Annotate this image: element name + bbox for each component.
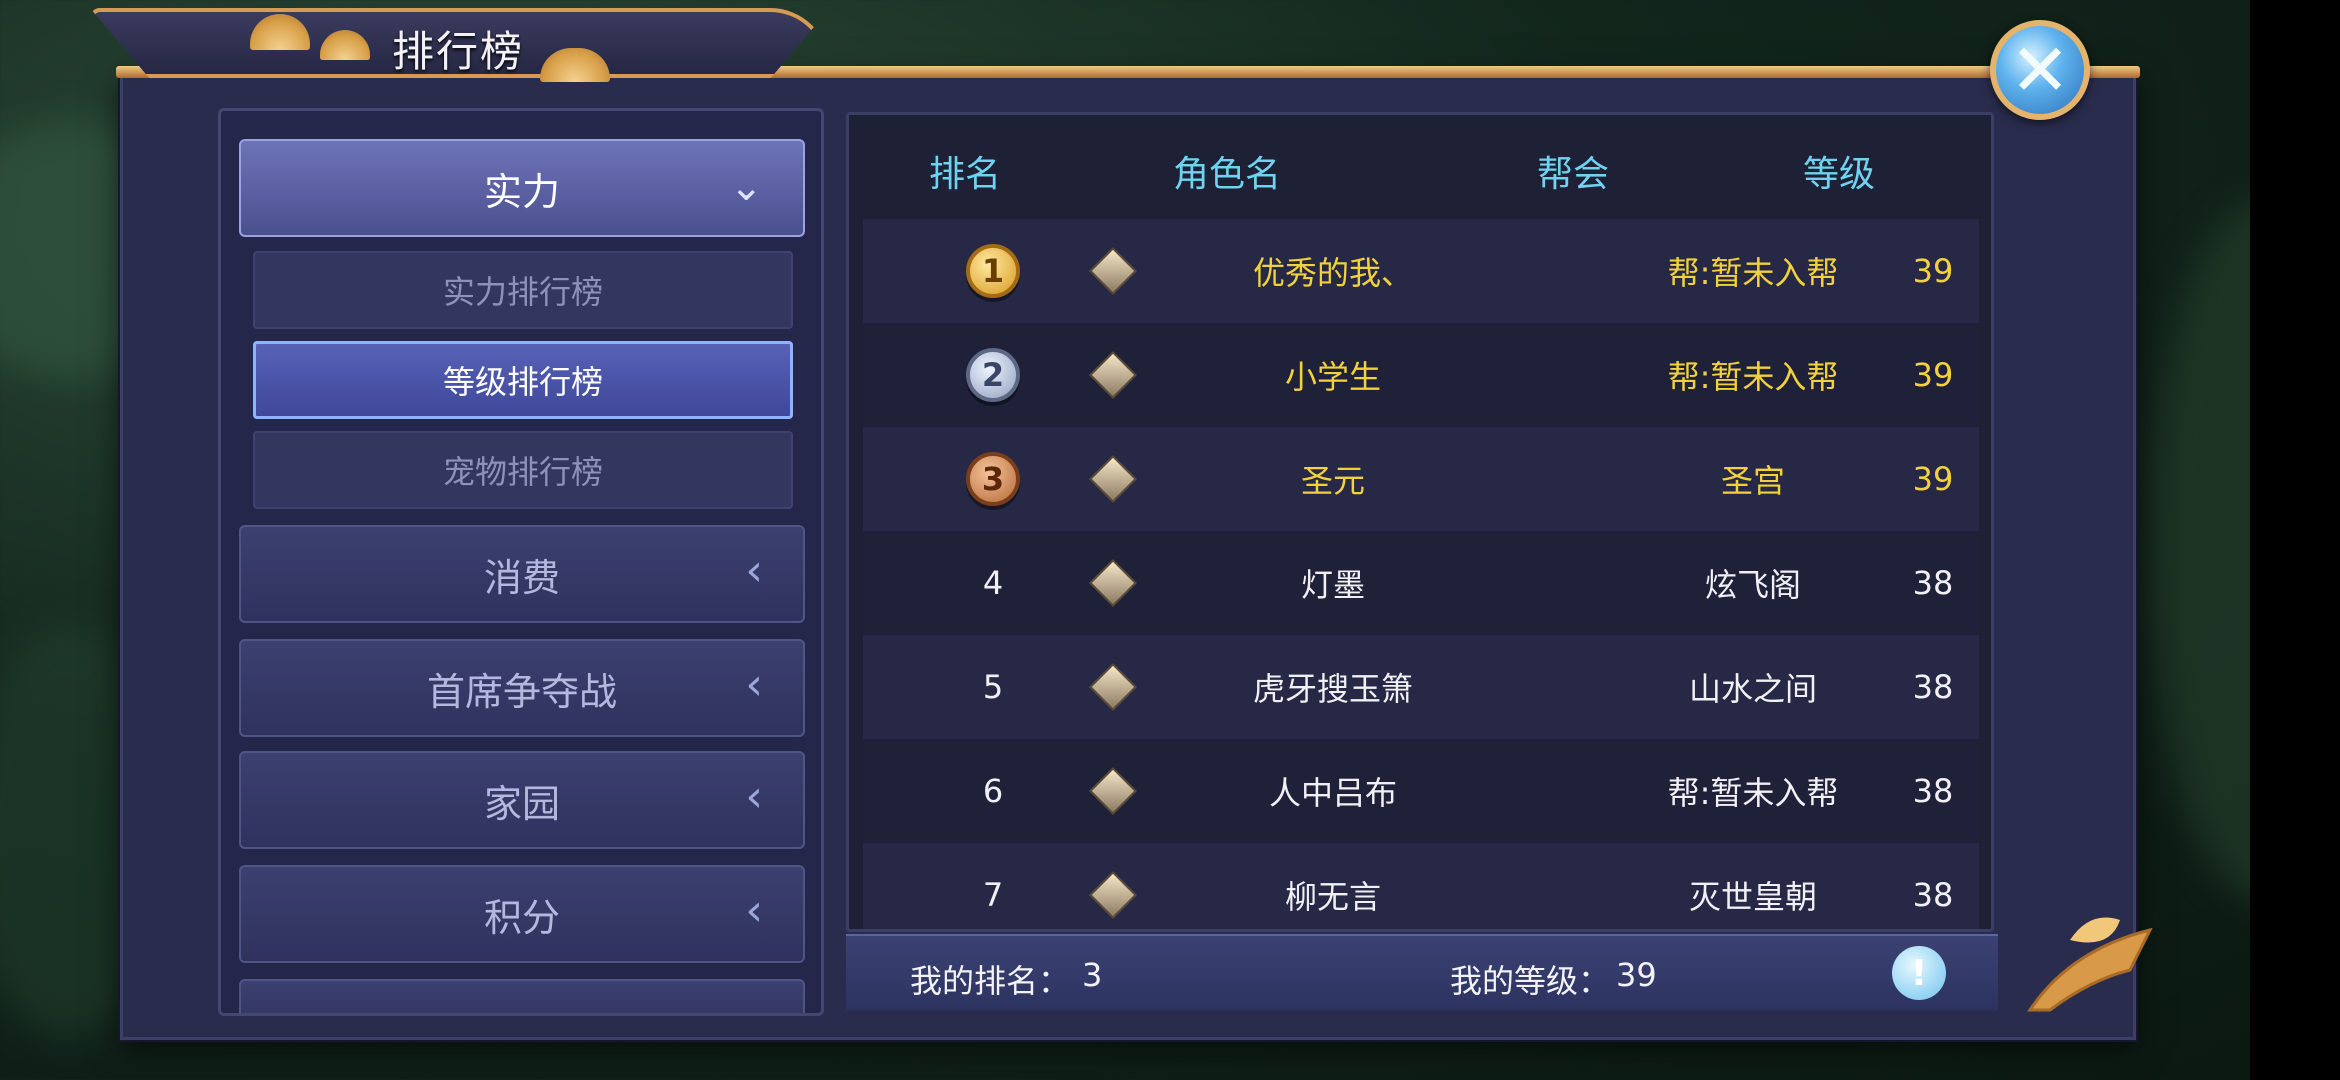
class-icon-cell: [1063, 635, 1163, 739]
info-button[interactable]: !: [1892, 946, 1946, 1000]
player-name: 虎牙搜玉箫: [1252, 670, 1413, 708]
category-label: 消费: [483, 555, 560, 600]
subitem-pet-ranking[interactable]: 宠物排行榜: [253, 431, 793, 509]
class-icon-cell: [1063, 739, 1163, 843]
player-name: 灯墨: [1300, 566, 1365, 604]
category-label: 积分: [483, 895, 560, 940]
rank-cell: 3: [923, 427, 1063, 531]
my-level-label: 我的等级：: [1450, 962, 1611, 1000]
close-button[interactable]: ✕: [1990, 20, 2090, 120]
rank-number: 6: [982, 772, 1004, 810]
class-icon-cell: [1063, 219, 1163, 323]
player-level: 39: [1912, 252, 1954, 290]
chevron-left-icon: ‹: [745, 545, 763, 596]
table-row[interactable]: 4 灯墨 炫飞阁 38: [863, 531, 1979, 635]
close-icon: ✕: [2009, 28, 2071, 112]
column-header-level: 等级: [1803, 154, 1876, 195]
table-header: 排名 角色名 帮会 等级: [849, 115, 1991, 219]
player-name: 圣元: [1300, 462, 1365, 500]
category-strength[interactable]: 实力 ⌄: [239, 139, 805, 237]
bronze-medal-icon: 3: [966, 452, 1020, 506]
chevron-down-icon: ⌄: [729, 164, 763, 210]
silver-medal-icon: 2: [966, 348, 1020, 402]
class-emblem-icon: [1088, 558, 1138, 608]
my-rank-bar: 我的排名： 3 我的等级： 39 !: [846, 934, 1998, 1010]
rank-number: 4: [982, 564, 1004, 602]
class-icon-cell: [1063, 531, 1163, 635]
chevron-left-icon: ‹: [745, 659, 763, 710]
page-title: 排行榜: [392, 27, 525, 76]
my-rank-label: 我的排名：: [910, 962, 1071, 1000]
subitem-label: 宠物排行榜: [442, 453, 603, 491]
class-emblem-icon: [1088, 870, 1138, 920]
table-row[interactable]: 1 优秀的我、 帮:暂未入帮 39: [863, 219, 1979, 323]
category-label: 实力: [483, 169, 560, 214]
gold-medal-icon: 1: [966, 244, 1020, 298]
rank-cell: 1: [923, 219, 1063, 323]
player-level: 38: [1912, 668, 1954, 706]
player-level: 39: [1912, 460, 1954, 498]
class-icon-cell: [1063, 843, 1163, 929]
rank-number: 5: [982, 668, 1004, 706]
category-label: 首席争夺战: [426, 669, 617, 714]
rank-number: 7: [982, 876, 1004, 914]
table-row[interactable]: 5 虎牙搜玉箫 山水之间 38: [863, 635, 1979, 739]
category-more[interactable]: [239, 979, 805, 1013]
table-row[interactable]: 6 人中吕布 帮:暂未入帮 38: [863, 739, 1979, 843]
player-level: 38: [1912, 772, 1954, 810]
class-emblem-icon: [1088, 246, 1138, 296]
chevron-left-icon: ‹: [745, 885, 763, 936]
subitem-label: 等级排行榜: [442, 363, 603, 401]
chevron-left-icon: ‹: [745, 771, 763, 822]
category-label: 家园: [483, 781, 560, 826]
my-level-value: 39: [1616, 956, 1657, 994]
class-icon-cell: [1063, 323, 1163, 427]
player-level: 38: [1912, 564, 1954, 602]
subitem-label: 实力排行榜: [442, 273, 603, 311]
category-consumption[interactable]: 消费 ‹: [239, 525, 805, 623]
player-name: 小学生: [1284, 358, 1381, 396]
info-icon: !: [1910, 952, 1928, 994]
class-icon-cell: [1063, 427, 1163, 531]
category-points[interactable]: 积分 ‹: [239, 865, 805, 963]
class-emblem-icon: [1088, 350, 1138, 400]
table-row[interactable]: 3 圣元 圣宫 39: [863, 427, 1979, 531]
player-name: 柳无言: [1284, 878, 1381, 916]
rank-cell: 2: [923, 323, 1063, 427]
subitem-level-ranking[interactable]: 等级排行榜: [253, 341, 793, 419]
player-name: 优秀的我、: [1252, 254, 1413, 292]
player-level: 39: [1912, 356, 1954, 394]
category-chief-contest[interactable]: 首席争夺战 ‹: [239, 639, 805, 737]
class-emblem-icon: [1088, 454, 1138, 504]
column-header-guild: 帮会: [1537, 154, 1610, 195]
screen-edge: [2250, 0, 2340, 1080]
class-emblem-icon: [1088, 662, 1138, 712]
player-level: 38: [1912, 876, 1954, 914]
player-name: 人中吕布: [1268, 774, 1397, 812]
ranking-table: 排名 角色名 帮会 等级 1 优秀的我、 帮:暂未入帮 39 2 小学生 帮:暂…: [846, 112, 1994, 932]
my-rank-value: 3: [1082, 956, 1103, 994]
table-row[interactable]: 7 柳无言 灭世皇朝 38: [863, 843, 1979, 929]
category-sidebar: 实力 ⌄ 实力排行榜 等级排行榜 宠物排行榜 消费 ‹ 首席争夺战 ‹ 家园 ‹…: [218, 108, 824, 1016]
subitem-strength-ranking[interactable]: 实力排行榜: [253, 251, 793, 329]
gold-fan-ornament: [2027, 917, 2153, 1012]
category-home[interactable]: 家园 ‹: [239, 751, 805, 849]
class-emblem-icon: [1088, 766, 1138, 816]
column-header-rank: 排名: [929, 154, 1002, 195]
table-row[interactable]: 2 小学生 帮:暂未入帮 39: [863, 323, 1979, 427]
column-header-name: 角色名: [1173, 154, 1282, 195]
